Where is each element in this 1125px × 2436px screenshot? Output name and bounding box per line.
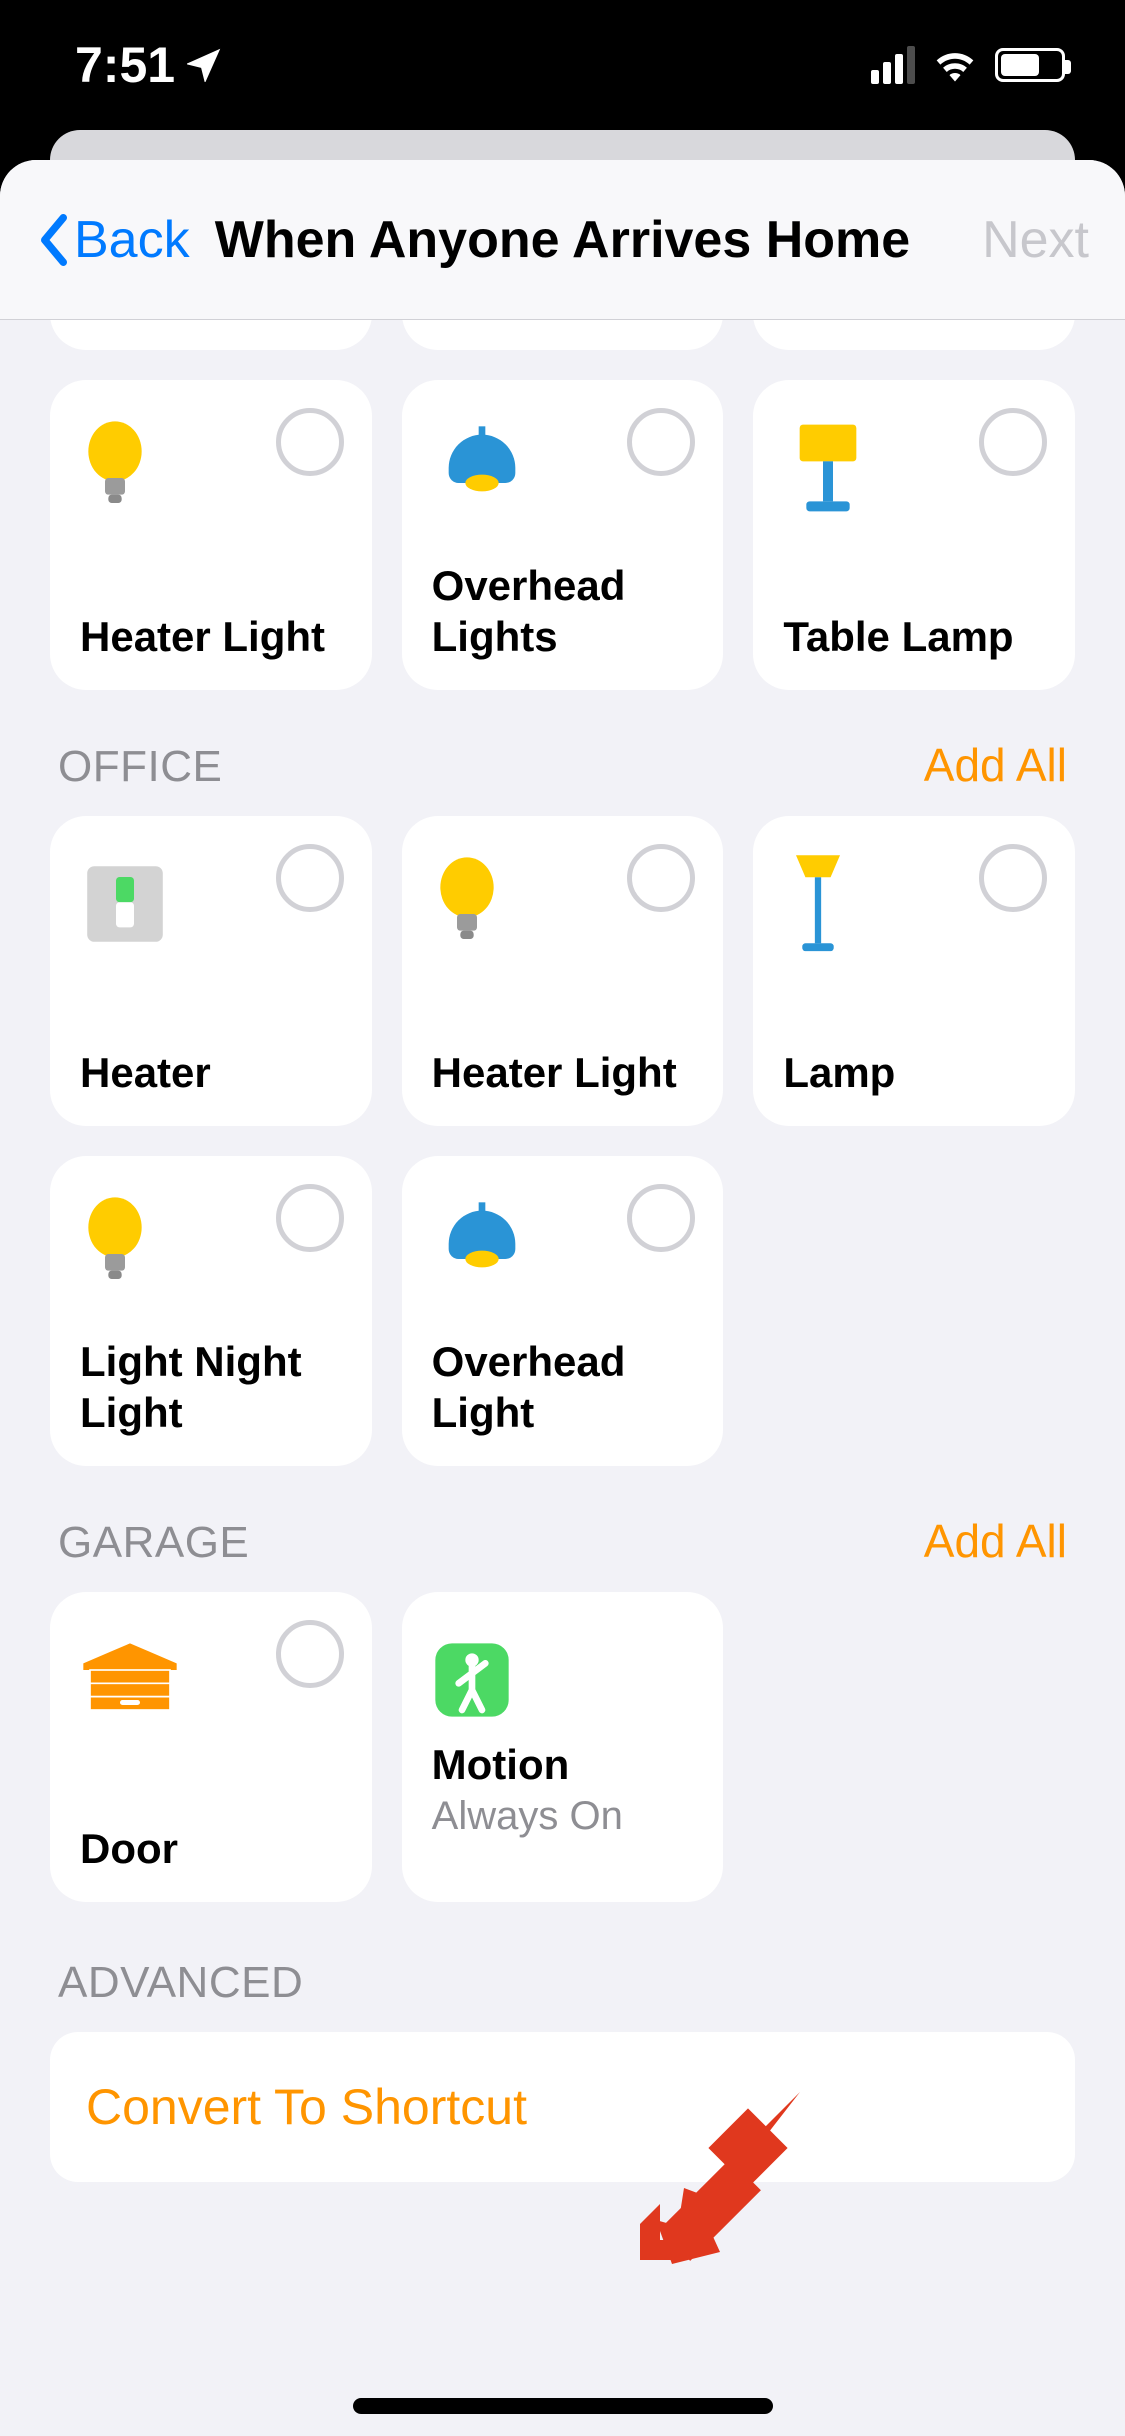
wifi-icon bbox=[933, 48, 977, 82]
accessory-card[interactable]: Overhead Lights bbox=[402, 380, 724, 690]
radio-unchecked[interactable] bbox=[627, 844, 695, 912]
radio-unchecked[interactable] bbox=[627, 408, 695, 476]
status-time: 7:51 bbox=[75, 36, 175, 94]
modal-sheet: Back When Anyone Arrives Home Next Heate… bbox=[0, 160, 1125, 2436]
accessory-card[interactable]: Lamp bbox=[753, 816, 1075, 1126]
convert-to-shortcut-label: Convert To Shortcut bbox=[86, 2079, 527, 2135]
section-title-garage: GARAGE bbox=[58, 1518, 249, 1568]
add-all-button[interactable]: Add All bbox=[924, 1514, 1067, 1568]
radio-unchecked[interactable] bbox=[979, 408, 1047, 476]
card-label: Light Night Light bbox=[80, 1337, 342, 1438]
status-bar: 7:51 bbox=[0, 0, 1125, 130]
accessory-card[interactable]: Light Night Light bbox=[50, 1156, 372, 1466]
card-label: Heater bbox=[80, 1048, 342, 1098]
radio-unchecked[interactable] bbox=[979, 844, 1047, 912]
accessory-card[interactable]: Heater Light bbox=[402, 816, 724, 1126]
radio-unchecked[interactable] bbox=[276, 408, 344, 476]
section-title-advanced: ADVANCED bbox=[58, 1958, 303, 2008]
card-label: Heater Light bbox=[432, 1048, 694, 1098]
radio-unchecked[interactable] bbox=[627, 1184, 695, 1252]
motion-sensor-icon bbox=[432, 1620, 694, 1740]
battery-icon bbox=[995, 48, 1065, 82]
convert-to-shortcut-row[interactable]: Convert To Shortcut bbox=[50, 2032, 1075, 2182]
back-label: Back bbox=[74, 210, 190, 270]
card-label: Overhead Light bbox=[432, 1337, 694, 1438]
nav-bar: Back When Anyone Arrives Home Next bbox=[0, 160, 1125, 320]
accessory-card[interactable] bbox=[402, 320, 724, 350]
section-title-office: OFFICE bbox=[58, 742, 222, 792]
location-icon bbox=[187, 48, 221, 82]
radio-unchecked[interactable] bbox=[276, 1620, 344, 1688]
content-scroll[interactable]: Heater Light Overhead Lights Table Lamp … bbox=[0, 320, 1125, 2436]
radio-unchecked[interactable] bbox=[276, 844, 344, 912]
accessory-card[interactable]: Overhead Light bbox=[402, 1156, 724, 1466]
accessory-card[interactable]: Motion Always On bbox=[402, 1592, 724, 1902]
accessory-card[interactable] bbox=[50, 320, 372, 350]
card-label: Lamp bbox=[783, 1048, 1045, 1098]
radio-unchecked[interactable] bbox=[276, 1184, 344, 1252]
accessory-card[interactable]: Heater bbox=[50, 816, 372, 1126]
signal-icon bbox=[871, 46, 915, 84]
card-label: Overhead Lights bbox=[432, 561, 694, 662]
card-label: Heater Light bbox=[80, 612, 342, 662]
home-indicator[interactable] bbox=[353, 2398, 773, 2414]
card-label: Table Lamp bbox=[783, 612, 1045, 662]
card-label: Door bbox=[80, 1824, 342, 1874]
back-button[interactable]: Back bbox=[36, 210, 190, 270]
next-button[interactable]: Next bbox=[982, 210, 1089, 270]
add-all-button[interactable]: Add All bbox=[924, 738, 1067, 792]
accessory-card[interactable]: Table Lamp bbox=[753, 380, 1075, 690]
accessory-card[interactable] bbox=[753, 320, 1075, 350]
card-label: Motion bbox=[432, 1740, 694, 1790]
card-sublabel: Always On bbox=[432, 1794, 694, 1839]
accessory-card[interactable]: Heater Light bbox=[50, 380, 372, 690]
accessory-card[interactable]: Door bbox=[50, 1592, 372, 1902]
